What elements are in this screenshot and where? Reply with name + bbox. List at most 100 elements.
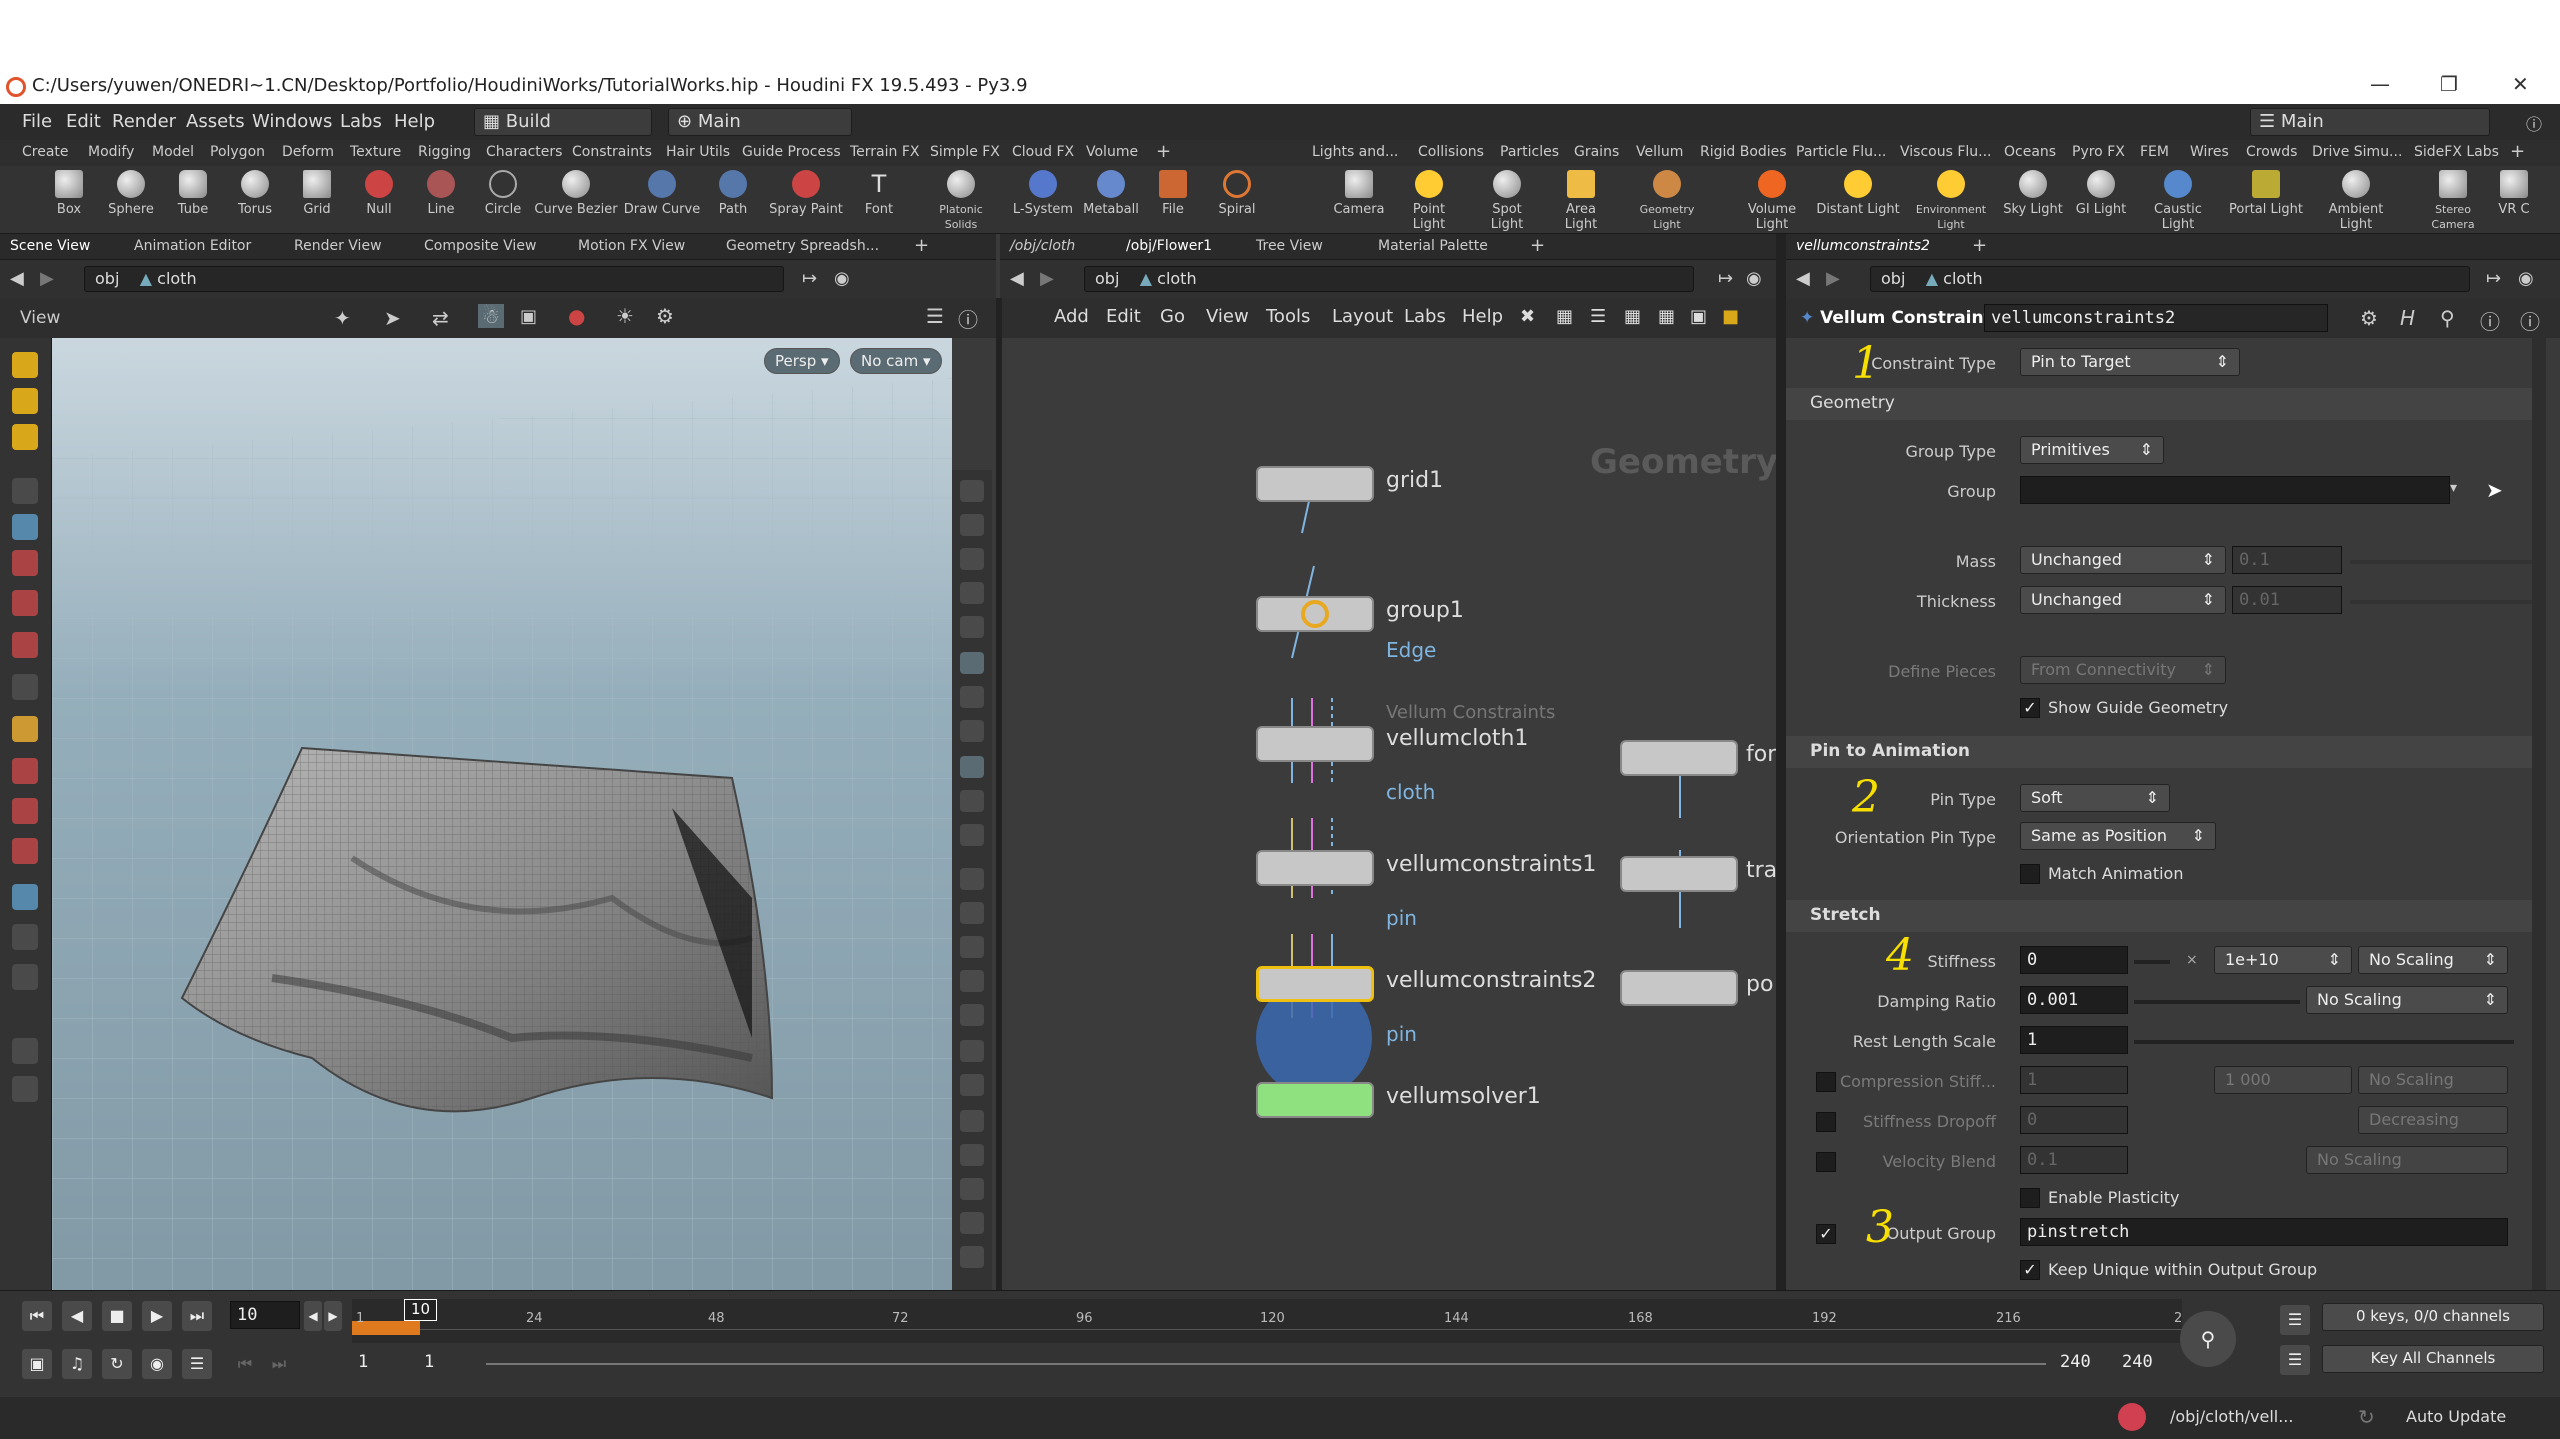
orient-pin-menu[interactable]: Same as Position ⇕ xyxy=(2020,822,2216,850)
network-menu-labs[interactable]: Labs xyxy=(1404,306,1446,327)
step-forward-button[interactable]: ▶ xyxy=(324,1301,342,1331)
display-icon[interactable] xyxy=(960,480,984,502)
network-forward-icon[interactable]: ▶ xyxy=(1040,268,1054,289)
network-tree-icon[interactable]: ▦ xyxy=(1556,306,1573,327)
shelf-tab-hair-utils[interactable]: Hair Utils xyxy=(666,144,730,160)
point-icon[interactable] xyxy=(960,868,984,890)
key-channels-icon[interactable]: ☰ xyxy=(2280,1345,2310,1375)
shelf-tab-constraints[interactable]: Constraints xyxy=(572,144,652,160)
range-start2-field[interactable]: 1 xyxy=(418,1349,474,1377)
pin-type-menu[interactable]: Soft ⇕ xyxy=(2020,784,2170,812)
prim-icon[interactable] xyxy=(960,1004,984,1026)
menu-render[interactable]: Render xyxy=(112,111,176,132)
tool-volume-light[interactable]: Volume Light xyxy=(1730,170,1814,232)
shelf-tab-lights[interactable]: Lights and... xyxy=(1312,144,1398,160)
display-options-icon[interactable]: ☰ xyxy=(926,304,944,328)
tab-obj-cloth[interactable]: /obj/cloth xyxy=(1010,238,1075,254)
group-type-menu[interactable]: Primitives ⇕ xyxy=(2020,436,2164,464)
camera-view-icon[interactable] xyxy=(960,1178,984,1200)
network-table-icon[interactable]: ▦ xyxy=(1658,306,1675,327)
magnet-tool-icon[interactable] xyxy=(12,838,38,864)
pose-tool-icon[interactable] xyxy=(12,424,38,450)
persp-dropdown[interactable]: Persp ▾ xyxy=(764,348,840,374)
shelf-tab-characters[interactable]: Characters xyxy=(486,144,562,160)
shelf-tab-model[interactable]: Model xyxy=(152,144,194,160)
damping-slider[interactable] xyxy=(2134,1000,2300,1004)
tool-box[interactable]: Box xyxy=(36,170,102,217)
section-pin-to-animation[interactable]: Pin to Animation xyxy=(1786,736,2546,768)
shelf-tab-guide-process[interactable]: Guide Process xyxy=(742,144,841,160)
add-param-tab-icon[interactable]: + xyxy=(1972,235,1987,256)
enable-plasticity-checkbox[interactable] xyxy=(2020,1188,2040,1208)
rest-length-slider[interactable] xyxy=(2134,1040,2514,1044)
jump-end-button[interactable]: ⏭ xyxy=(182,1301,212,1331)
minimize-button[interactable]: — xyxy=(2370,72,2390,96)
damping-field[interactable]: 0.001 xyxy=(2020,986,2128,1014)
back-arrow-icon[interactable]: ◀ xyxy=(10,268,24,289)
keys-channels-menu[interactable]: 0 keys, 0/0 channels xyxy=(2322,1303,2544,1331)
tab-scene-view[interactable]: Scene View xyxy=(10,238,90,254)
tool-caustic-light[interactable]: Caustic Light xyxy=(2136,170,2220,232)
realtime-toggle-icon[interactable]: ▣ xyxy=(22,1349,52,1379)
move-tool-icon[interactable] xyxy=(12,716,38,742)
node-vellumsolver1[interactable] xyxy=(1256,1082,1374,1118)
group-select-arrow-icon[interactable]: ➤ xyxy=(2486,478,2503,502)
lock-icon[interactable] xyxy=(960,548,984,570)
tool-spiral[interactable]: Spiral xyxy=(1204,170,1270,217)
thickness-menu[interactable]: Unchanged ⇕ xyxy=(2020,586,2226,614)
stiffness-dropoff-field[interactable]: 0 xyxy=(2020,1106,2128,1134)
tool-null[interactable]: Null xyxy=(346,170,412,217)
tool-geometry-light[interactable]: Geometry Light xyxy=(1634,170,1700,232)
section-geometry[interactable]: Geometry xyxy=(1786,388,2546,420)
shelf-tab-wires[interactable]: Wires xyxy=(2190,144,2229,160)
define-pieces-menu[interactable]: From Connectivity ⇕ xyxy=(2020,656,2226,684)
shelf-tab-modify[interactable]: Modify xyxy=(88,144,134,160)
shelf-tab-sidefx-labs[interactable]: SideFX Labs xyxy=(2414,144,2499,160)
tool-font[interactable]: T Font xyxy=(846,170,912,217)
prev-key-icon[interactable]: ⏮ xyxy=(230,1349,260,1379)
map-icon[interactable] xyxy=(960,1212,984,1234)
param-pin-icon[interactable]: ↦ xyxy=(2486,268,2501,289)
tool-environment-light[interactable]: Environment Light xyxy=(1906,170,1996,232)
tool-vr-camera[interactable]: VR C xyxy=(2494,170,2534,217)
shelf-tab-cloud-fx[interactable]: Cloud FX xyxy=(1012,144,1074,160)
node-vellumconstraints1[interactable] xyxy=(1256,850,1374,886)
tool-sphere[interactable]: Sphere xyxy=(98,170,164,217)
network-menu-edit[interactable]: Edit xyxy=(1106,306,1141,327)
node-name-field[interactable]: vellumconstraints2 xyxy=(1984,304,2328,332)
param-forward-icon[interactable]: ▶ xyxy=(1826,268,1840,289)
dots-tool-icon[interactable] xyxy=(12,674,38,700)
range-start-field[interactable]: 1 xyxy=(352,1349,408,1377)
tab-animation-editor[interactable]: Animation Editor xyxy=(134,238,251,254)
keep-unique-checkbox[interactable]: ✓ xyxy=(2020,1260,2040,1280)
tab-composite-view[interactable]: Composite View xyxy=(424,238,536,254)
velocity-blend-field[interactable]: 0.1 xyxy=(2020,1146,2128,1174)
snap-icon[interactable]: ☃ xyxy=(478,304,504,328)
show-guide-checkbox[interactable]: ✓ xyxy=(2020,698,2040,718)
shading-icon[interactable] xyxy=(960,616,984,638)
link-icon[interactable]: ◉ xyxy=(834,268,850,289)
handle-tool-icon[interactable] xyxy=(12,388,38,414)
shelf-tab-drive-sim[interactable]: Drive Simu... xyxy=(2312,144,2402,160)
tool-tube[interactable]: Tube xyxy=(160,170,226,217)
network-list-icon[interactable]: ☰ xyxy=(1590,306,1606,327)
tool-draw-curve[interactable]: Draw Curve xyxy=(620,170,704,217)
headlight-icon[interactable] xyxy=(960,720,984,742)
help-icon[interactable]: ⓘ xyxy=(2526,111,2542,135)
help-h-icon[interactable]: H xyxy=(2400,306,2415,330)
node-vellumconstraints2[interactable] xyxy=(1256,966,1374,1002)
forward-arrow-icon[interactable]: ▶ xyxy=(40,268,54,289)
param-help-icon[interactable]: ⓘ xyxy=(2520,306,2540,335)
menu-labs[interactable]: Labs xyxy=(340,111,382,132)
group-dropdown-icon[interactable]: ▾ xyxy=(2450,480,2457,496)
sculpt-tool-icon[interactable] xyxy=(12,632,38,658)
view-tool-icon[interactable]: ✦ xyxy=(334,306,351,330)
shelf-tab-vellum[interactable]: Vellum xyxy=(1636,144,1683,160)
shelf-tab-rigid-bodies[interactable]: Rigid Bodies xyxy=(1700,144,1787,160)
velocity-scaling-menu[interactable]: No Scaling xyxy=(2306,1146,2508,1174)
keys-icon[interactable]: ☰ xyxy=(2280,1305,2310,1335)
expand-icon[interactable] xyxy=(960,1246,984,1268)
tool-metaball[interactable]: Metaball xyxy=(1078,170,1144,217)
scene-path-field[interactable]: obj ▲ cloth xyxy=(84,266,784,292)
shelf-tab-simple-fx[interactable]: Simple FX xyxy=(930,144,1000,160)
